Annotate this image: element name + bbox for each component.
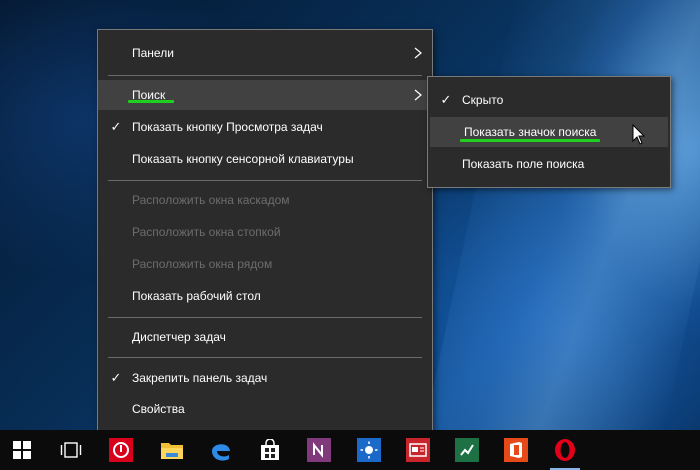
menu-separator [108,75,422,76]
menu-item-label: Расположить окна рядом [132,257,273,271]
mouse-cursor-icon [632,124,646,145]
menu-item-stack-windows: Расположить окна стопкой [98,217,432,247]
submenu-item-show-search-box[interactable]: Показать поле поиска [428,149,670,179]
menu-item-label: Закрепить панель задач [132,371,268,385]
menu-item-properties[interactable]: Свойства [98,394,432,424]
taskbar-app-excel[interactable] [450,434,484,466]
chevron-right-icon [414,47,422,59]
opera-button-icon [109,438,133,462]
taskbar-app-opera-button[interactable] [104,434,138,466]
menu-item-label: Панели [132,46,174,60]
taskbar-app-office[interactable] [499,434,533,466]
menu-item-label: Показать рабочий стол [132,289,261,303]
checkmark-icon: ✓ [110,370,122,385]
menu-item-label: Диспетчер задач [132,330,226,344]
taskbar [0,430,700,470]
menu-item-label: Показать кнопку сенсорной клавиатуры [132,152,354,166]
excel-icon [455,438,479,462]
taskbar-context-menu: Панели Поиск ✓ Показать кнопку Просмотра… [97,29,433,433]
taskbar-app-store[interactable] [253,434,287,466]
start-button[interactable] [5,434,39,466]
taskbar-app-weather[interactable] [352,434,386,466]
menu-item-label: Свойства [132,402,185,416]
menu-item-panels[interactable]: Панели [98,38,432,68]
taskbar-app-news[interactable] [401,434,435,466]
edge-icon [212,444,230,461]
menu-item-show-desktop[interactable]: Показать рабочий стол [98,281,432,311]
office-icon [504,438,528,462]
task-view-icon [60,442,82,458]
checkmark-icon: ✓ [110,119,122,134]
menu-item-search[interactable]: Поиск [98,80,432,110]
submenu-item-label: Скрыто [462,93,504,107]
task-view-button[interactable] [54,434,88,466]
onenote-icon [307,438,331,462]
menu-item-show-touch-keyboard[interactable]: Показать кнопку сенсорной клавиатуры [98,144,432,174]
chevron-right-icon [414,89,422,101]
taskbar-app-onenote[interactable] [302,434,336,466]
news-icon [406,438,430,462]
menu-separator [108,180,422,181]
green-annotation-underline [460,139,600,142]
menu-item-cascade-windows: Расположить окна каскадом [98,185,432,215]
checkmark-icon: ✓ [440,92,452,107]
menu-item-label: Показать кнопку Просмотра задач [132,120,323,134]
menu-separator [108,317,422,318]
menu-item-side-by-side-windows: Расположить окна рядом [98,249,432,279]
opera-icon [555,439,575,461]
menu-item-lock-taskbar[interactable]: ✓ Закрепить панель задач [98,363,432,393]
submenu-item-label: Показать значок поиска [464,125,597,139]
windows-start-icon [13,441,31,459]
menu-item-show-task-view[interactable]: ✓ Показать кнопку Просмотра задач [98,112,432,142]
weather-icon [357,438,381,462]
menu-separator [108,357,422,358]
store-icon [261,439,279,460]
file-explorer-icon [161,443,183,459]
taskbar-app-opera[interactable] [548,434,582,470]
menu-item-task-manager[interactable]: Диспетчер задач [98,322,432,352]
taskbar-app-edge[interactable] [204,434,238,466]
menu-item-label: Расположить окна каскадом [132,193,290,207]
green-annotation-underline [128,100,174,103]
taskbar-app-file-explorer[interactable] [155,434,189,466]
submenu-item-label: Показать поле поиска [462,157,585,171]
submenu-item-hidden[interactable]: ✓ Скрыто [428,85,670,115]
menu-item-label: Расположить окна стопкой [132,225,281,239]
wallpaper-light-beam [424,0,700,430]
